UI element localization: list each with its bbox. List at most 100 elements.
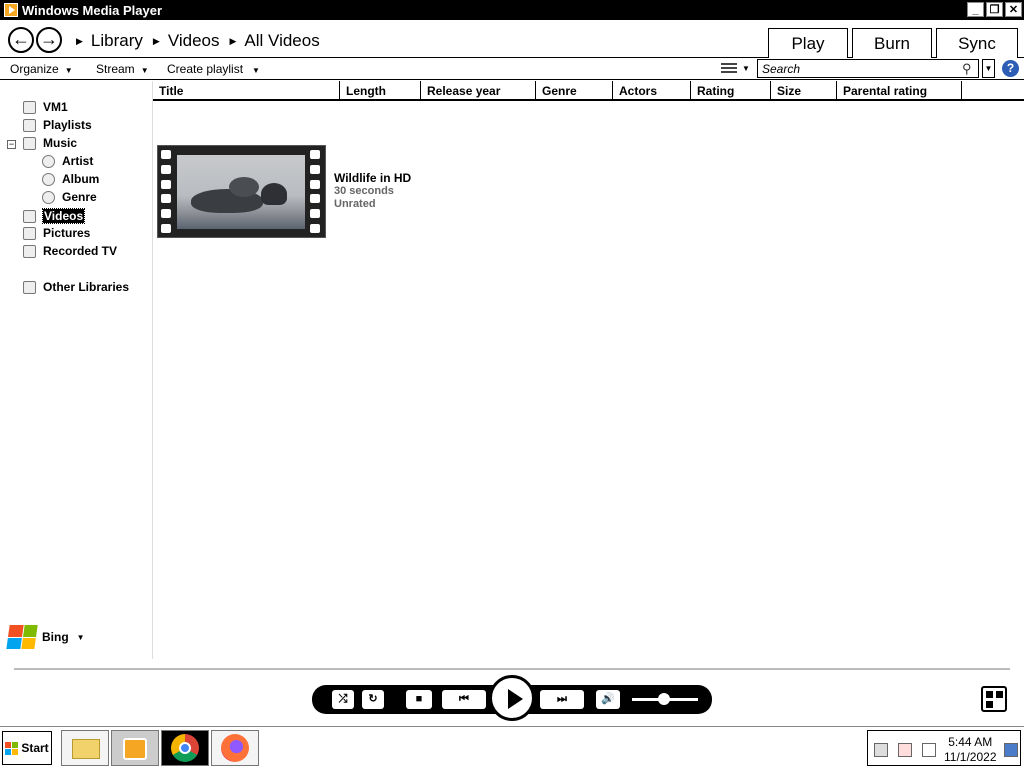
- chevron-right-icon: ▶: [229, 35, 237, 46]
- sidebar-item-artist[interactable]: Artist: [42, 153, 93, 169]
- genre-icon: [42, 190, 55, 204]
- sidebar-item-label: Album: [62, 172, 100, 186]
- title-bar: Windows Media Player _ ❐ ✕: [0, 0, 1024, 20]
- volume-knob[interactable]: [658, 693, 670, 705]
- sidebar-item-recorded-tv[interactable]: Recorded TV: [23, 243, 117, 259]
- tab-play[interactable]: Play: [768, 28, 848, 58]
- sidebar-item-label: Genre: [62, 190, 97, 204]
- help-icon[interactable]: ?: [1002, 60, 1019, 77]
- chevron-down-icon: ▼: [252, 66, 260, 75]
- firefox-taskbar-icon[interactable]: [211, 730, 259, 766]
- sidebar-item-playlists[interactable]: Playlists: [23, 117, 92, 133]
- sidebar-item-genre[interactable]: Genre: [42, 189, 97, 205]
- album-icon: [42, 172, 55, 186]
- sidebar-item-pictures[interactable]: Pictures: [23, 225, 90, 241]
- column-header-rating[interactable]: Rating: [691, 81, 771, 100]
- column-header-release-year[interactable]: Release year: [421, 81, 536, 100]
- chevron-right-icon: ▶: [76, 35, 83, 46]
- sidebar-item-label: Music: [43, 136, 78, 150]
- file-explorer-taskbar-icon[interactable]: [61, 730, 109, 766]
- view-options-dropdown-icon[interactable]: ▼: [742, 64, 750, 73]
- create-playlist-menu[interactable]: Create playlist ▼: [167, 62, 260, 76]
- clock[interactable]: 5:44 AM 11/1/2022: [944, 735, 997, 765]
- action-center-icon[interactable]: [898, 743, 912, 757]
- playlist-icon: [23, 118, 36, 132]
- seek-bar[interactable]: [14, 668, 1010, 670]
- sidebar-item-label: Recorded TV: [43, 244, 118, 258]
- sidebar-item-videos[interactable]: Videos: [23, 208, 86, 224]
- column-header-actors[interactable]: Actors: [613, 81, 691, 100]
- search-options-dropdown[interactable]: ▼: [982, 59, 995, 78]
- start-button[interactable]: Start: [2, 731, 52, 765]
- windows-logo-icon: [5, 741, 19, 755]
- chevron-down-icon: ▼: [76, 632, 85, 642]
- sidebar-item-label: Videos: [41, 208, 86, 224]
- clock-time: 5:44 AM: [948, 735, 993, 749]
- start-label: Start: [21, 741, 49, 755]
- playback-controls: ⤮ ↻ ■ ⏮ ⏭ 🔊: [312, 675, 712, 721]
- sidebar-item-label: Pictures: [43, 226, 91, 240]
- network-icon[interactable]: [874, 743, 888, 757]
- music-note-icon: [23, 136, 36, 150]
- collapse-music-toggle[interactable]: −: [7, 140, 16, 149]
- show-desktop-icon[interactable]: [1004, 743, 1018, 757]
- restore-button[interactable]: ❐: [986, 2, 1003, 17]
- sidebar-item-other-libraries[interactable]: Other Libraries: [23, 279, 129, 295]
- media-player-icon: [4, 3, 18, 17]
- back-button[interactable]: ←: [8, 27, 34, 53]
- sidebar-item-label: Artist: [62, 154, 94, 168]
- tab-sync[interactable]: Sync: [936, 28, 1018, 58]
- bing-button[interactable]: Bing ▼: [6, 625, 85, 649]
- repeat-button[interactable]: ↻: [362, 690, 384, 709]
- minimize-button[interactable]: _: [967, 2, 984, 17]
- video-preview-image: [177, 155, 305, 229]
- media-player-taskbar-icon[interactable]: [111, 730, 159, 766]
- film-strip-left: [161, 150, 173, 233]
- system-tray: 5:44 AM 11/1/2022: [867, 730, 1021, 766]
- next-button[interactable]: ⏭: [540, 690, 584, 709]
- library-icon: [23, 100, 36, 114]
- artist-icon: [42, 154, 55, 168]
- column-header-size[interactable]: Size: [771, 81, 837, 100]
- play-button[interactable]: [489, 675, 535, 721]
- sidebar-item-label: Playlists: [43, 118, 92, 132]
- view-options-icon[interactable]: [721, 61, 737, 75]
- previous-button[interactable]: ⏮: [442, 690, 486, 709]
- column-header-length[interactable]: Length: [340, 81, 421, 100]
- search-input[interactable]: Search: [757, 59, 979, 78]
- column-header-parental-rating[interactable]: Parental rating: [837, 81, 962, 100]
- stop-button[interactable]: ■: [406, 690, 432, 709]
- stream-label: Stream: [96, 62, 135, 76]
- organize-menu[interactable]: Organize ▼: [10, 62, 73, 76]
- sidebar-item-music[interactable]: Music: [23, 135, 77, 151]
- breadcrumb-all-videos[interactable]: All Videos: [244, 31, 319, 51]
- sidebar-item-label: Other Libraries: [43, 280, 130, 294]
- video-item-info[interactable]: Wildlife in HD 30 seconds Unrated: [334, 172, 411, 211]
- toolbar: Organize ▼ Stream ▼ Create playlist ▼ ▼ Sea…: [0, 58, 1024, 80]
- speaker-icon[interactable]: [922, 743, 936, 757]
- breadcrumb-videos[interactable]: Videos: [168, 31, 220, 51]
- taskbar: Start 5:44 AM 11/1/2022: [0, 726, 1024, 768]
- close-button[interactable]: ✕: [1005, 2, 1022, 17]
- column-header-title[interactable]: Title: [153, 81, 340, 100]
- clock-date: 11/1/2022: [944, 750, 997, 764]
- forward-button[interactable]: →: [36, 27, 62, 53]
- video-rating: Unrated: [334, 198, 376, 210]
- switch-to-now-playing-icon[interactable]: [981, 686, 1007, 712]
- windows-logo-icon: [6, 625, 38, 649]
- navigation-bar: ← → ▶ Library ▶ Videos ▶ All Videos Play…: [0, 20, 1024, 58]
- column-header-genre[interactable]: Genre: [536, 81, 613, 100]
- search-icon[interactable]: ⚲: [962, 61, 972, 77]
- organize-label: Organize: [10, 62, 59, 76]
- breadcrumb-library[interactable]: Library: [91, 31, 143, 51]
- film-strip-right: [310, 150, 322, 233]
- picture-icon: [23, 226, 36, 240]
- chrome-taskbar-icon[interactable]: [161, 730, 209, 766]
- video-thumbnail[interactable]: [157, 145, 326, 238]
- sidebar-item-album[interactable]: Album: [42, 171, 99, 187]
- sidebar-item-vm1[interactable]: VM1: [23, 99, 68, 115]
- mute-button[interactable]: 🔊: [596, 690, 620, 709]
- tab-burn[interactable]: Burn: [852, 28, 932, 58]
- stream-menu[interactable]: Stream ▼: [96, 62, 149, 76]
- shuffle-button[interactable]: ⤮: [332, 690, 354, 709]
